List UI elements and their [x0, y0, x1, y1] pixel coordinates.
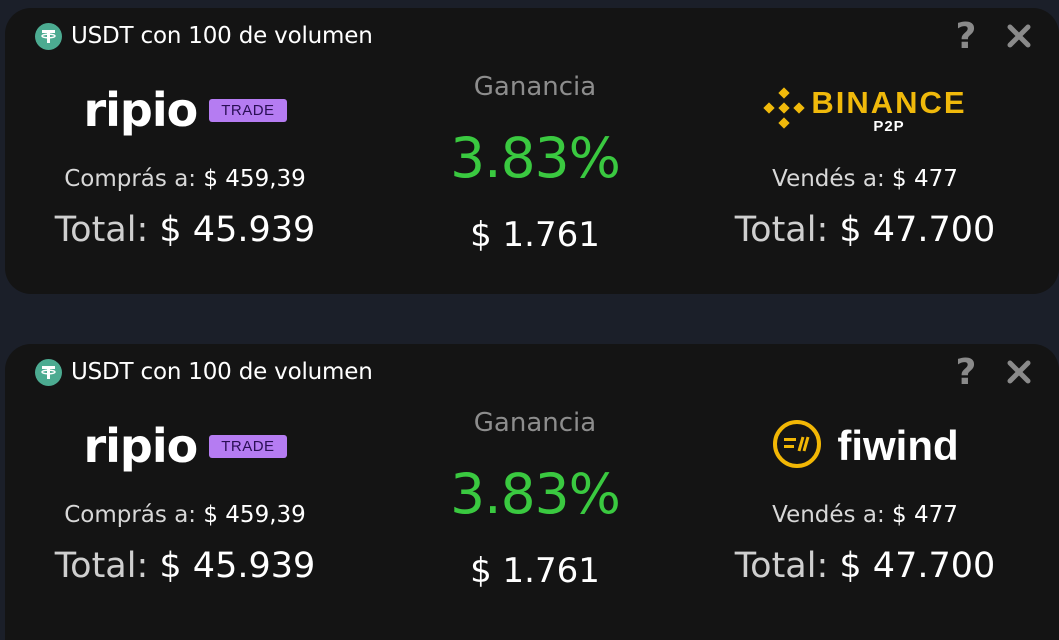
arbitrage-card-2: USDT con 100 de volumen ? ripio TRADE Co…: [5, 344, 1059, 640]
buy-column: ripio TRADE Comprás a: $ 459,39 Total: $…: [5, 344, 365, 640]
trade-badge: TRADE: [209, 98, 287, 122]
sell-price: Vendés a: $ 477: [772, 166, 958, 192]
buy-column: ripio TRADE Comprás a: $ 459,39 Total: $…: [5, 8, 365, 294]
gain-percent: 3.83%: [450, 126, 621, 190]
gain-amount: $ 1.761: [470, 215, 600, 255]
fiwind-wordmark: fiwind: [837, 422, 959, 469]
ripio-wordmark: ripio: [83, 419, 198, 473]
sell-total: Total: $ 47.700: [734, 546, 996, 586]
gain-label: Ganancia: [473, 408, 597, 438]
gain-column: Ganancia 3.83% $ 1.761: [415, 344, 655, 640]
ripio-wordmark: ripio: [83, 83, 198, 137]
arbitrage-card-1: USDT con 100 de volumen ? ripio TRADE Co…: [5, 8, 1059, 294]
sell-column: fiwind Vendés a: $ 477 Total: $ 47.700: [695, 344, 1035, 640]
buy-price: Comprás a: $ 459,39: [64, 166, 306, 192]
gain-column: Ganancia 3.83% $ 1.761: [415, 8, 655, 294]
p2p-label: P2P: [873, 117, 905, 135]
sell-total: Total: $ 47.700: [734, 210, 996, 250]
sell-column: BINANCE P2P Vendés a: $ 477 Total: $ 47.…: [695, 8, 1035, 294]
buy-total: Total: $ 45.939: [54, 546, 316, 586]
gain-amount: $ 1.761: [470, 551, 600, 591]
ripio-logo: ripio TRADE: [5, 82, 365, 138]
sell-price: Vendés a: $ 477: [772, 502, 958, 528]
ripio-logo: ripio TRADE: [5, 418, 365, 474]
trade-badge: TRADE: [209, 434, 287, 458]
binance-logo: BINANCE P2P: [695, 82, 1035, 138]
buy-total: Total: $ 45.939: [54, 210, 316, 250]
binance-wordmark: BINANCE: [811, 84, 967, 120]
fiwind-logo: fiwind: [695, 418, 1035, 474]
buy-price: Comprás a: $ 459,39: [64, 502, 306, 528]
fiwind-icon: [771, 418, 823, 474]
binance-diamond-icon: [763, 87, 806, 133]
gain-percent: 3.83%: [450, 462, 621, 526]
gain-label: Ganancia: [473, 72, 597, 102]
